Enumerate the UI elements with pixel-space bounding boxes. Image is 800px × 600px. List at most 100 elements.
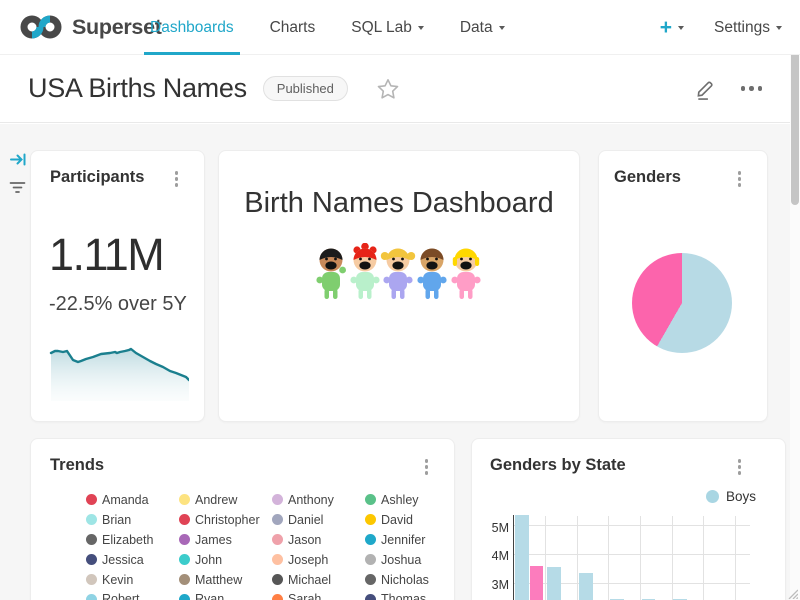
pencil-icon (694, 77, 717, 101)
nav-item-data[interactable]: Data (460, 0, 505, 55)
big-number-delta: -22.5% over 5Y (49, 293, 187, 316)
legend-item[interactable]: John (179, 553, 272, 567)
kebab-menu-icon[interactable] (173, 169, 181, 189)
edit-dashboard-button[interactable] (694, 77, 717, 101)
kebab-menu-icon[interactable] (736, 169, 744, 189)
legend-label: James (195, 533, 232, 547)
navbar: Superset Dashboards Charts SQL Lab Data … (0, 0, 800, 55)
legend-label: Michael (288, 573, 331, 587)
legend-item[interactable]: Jason (272, 533, 365, 547)
dashboard-header: USA Births Names Published (0, 55, 790, 123)
legend-label: Anthony (288, 493, 334, 507)
favorite-star-icon[interactable] (376, 77, 400, 101)
legend-item[interactable]: Matthew (179, 573, 272, 587)
caret-down-icon (678, 26, 684, 30)
new-item-button[interactable]: + (660, 17, 684, 38)
chart-title: Participants (50, 168, 144, 187)
bar-boy (515, 515, 529, 600)
nav-item-charts[interactable]: Charts (270, 0, 316, 55)
brand-name: Superset (72, 15, 162, 40)
legend-item[interactable]: Amanda (86, 493, 179, 507)
big-number-value: 1.11M (49, 229, 163, 281)
y-axis-label: 4M (472, 549, 509, 563)
legend-item[interactable]: Brian (86, 513, 179, 527)
children-illustration (313, 243, 485, 301)
plus-icon: + (660, 17, 672, 38)
legend-item[interactable]: Elizabeth (86, 533, 179, 547)
legend-dot (179, 594, 190, 600)
legend-label: Ashley (381, 493, 419, 507)
legend-label: David (381, 513, 413, 527)
markdown-heading: Birth Names Dashboard (219, 187, 579, 220)
legend-label: Joshua (381, 553, 421, 567)
bar-girl (530, 566, 544, 600)
legend-item[interactable]: Jessica (86, 553, 179, 567)
y-axis-line (513, 515, 514, 600)
legend-label: Kevin (102, 573, 133, 587)
legend-label: Amanda (102, 493, 149, 507)
filter-icon[interactable] (8, 178, 27, 201)
legend-item[interactable]: James (179, 533, 272, 547)
chart-title: Genders (614, 168, 681, 187)
legend-label: Sarah (288, 592, 321, 600)
legend-label: Daniel (288, 513, 323, 527)
legend-item[interactable]: Daniel (272, 513, 365, 527)
legend-label: John (195, 553, 222, 567)
legend-item[interactable]: Sarah (272, 592, 365, 600)
legend-item[interactable]: Nicholas (365, 573, 455, 587)
legend-dot (86, 534, 97, 545)
legend-dot (86, 554, 97, 565)
trends-legend: Amanda Andrew Anthony Ashley Brian Christophe… (86, 490, 455, 600)
legend-item[interactable]: David (365, 513, 455, 527)
legend-dot (86, 494, 97, 505)
resize-handle-icon[interactable] (786, 586, 798, 600)
nav-item-dashboards[interactable]: Dashboards (150, 0, 234, 55)
legend-item[interactable]: Robert (86, 592, 179, 600)
nav-menu: Dashboards Charts SQL Lab Data (150, 0, 505, 55)
legend-label: Matthew (195, 573, 242, 587)
settings-menu[interactable]: Settings (714, 19, 782, 37)
legend-dot (272, 594, 283, 600)
legend-item[interactable]: Kevin (86, 573, 179, 587)
legend-item[interactable]: Ashley (365, 493, 455, 507)
caret-down-icon (776, 26, 782, 30)
legend-item[interactable]: Joshua (365, 553, 455, 567)
legend-item[interactable]: Christopher (179, 513, 272, 527)
legend-item[interactable]: Jennifer (365, 533, 455, 547)
legend-item[interactable]: Andrew (179, 493, 272, 507)
legend-dot (179, 554, 190, 565)
legend-item[interactable]: Anthony (272, 493, 365, 507)
legend-label: Joseph (288, 553, 328, 567)
nav-item-sql-lab[interactable]: SQL Lab (351, 0, 424, 55)
legend-label: Jason (288, 533, 321, 547)
legend-dot (272, 514, 283, 525)
bar-boy (547, 567, 561, 600)
y-axis-label: 5M (472, 521, 509, 535)
legend-dot (365, 494, 376, 505)
legend-label: Jessica (102, 553, 144, 567)
more-actions-button[interactable] (741, 86, 763, 91)
bar-boy (579, 573, 593, 600)
card-trends: Trends AmandaAndrewAnthonyAshleyBrianChr… (30, 438, 455, 600)
bar-chart: 5M 4M 3M (472, 439, 786, 600)
legend-label: Ryan (195, 592, 224, 600)
legend-dot (179, 514, 190, 525)
card-participants: Participants 1.11M -22.5% over 5Y (30, 150, 205, 422)
legend-item[interactable]: Ryan (179, 592, 272, 600)
legend-dot (365, 534, 376, 545)
legend-dot (272, 494, 283, 505)
legend-item[interactable]: Thomas (365, 592, 455, 600)
legend-item[interactable]: Joseph (272, 553, 365, 567)
legend-label: Brian (102, 513, 131, 527)
legend-item[interactable]: Michael (272, 573, 365, 587)
superset-logo[interactable]: Superset (18, 12, 162, 42)
expand-filter-bar-icon[interactable] (9, 150, 28, 174)
legend-dot (272, 574, 283, 585)
y-axis-label: 3M (472, 578, 509, 592)
legend-dot (365, 574, 376, 585)
infinity-logo-icon (18, 12, 64, 42)
legend-dot (365, 554, 376, 565)
legend-label: Jennifer (381, 533, 425, 547)
kebab-menu-icon[interactable] (423, 457, 431, 477)
legend-dot (179, 494, 190, 505)
